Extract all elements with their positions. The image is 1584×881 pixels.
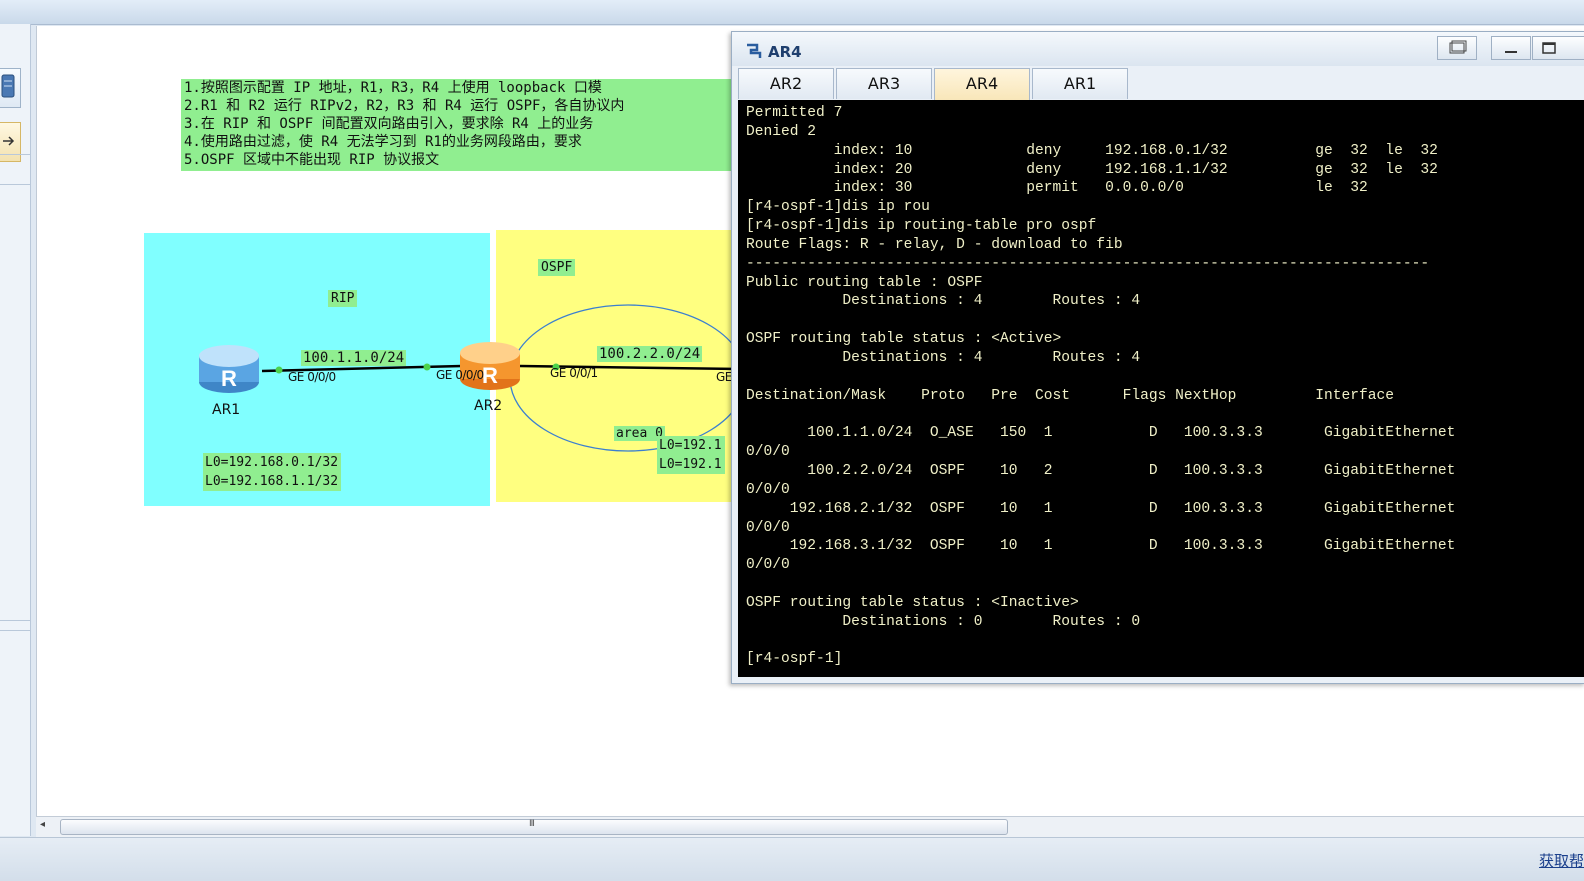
minimize-button[interactable] — [1491, 36, 1531, 60]
tab-ar2[interactable]: AR2 — [738, 68, 834, 99]
divider — [0, 620, 30, 621]
ar3-loopback: L0=192.1 — [659, 438, 722, 453]
restore-icon — [1449, 40, 1467, 54]
svg-text:R: R — [221, 366, 237, 391]
router-icon: R — [460, 342, 520, 390]
terminal-app-icon — [747, 43, 762, 58]
ar2-name: AR2 — [474, 398, 503, 414]
ar1-port-label: GE 0/0/0 — [288, 370, 336, 384]
minimize-icon — [1505, 51, 1517, 53]
link1-subnet-label: 100.1.1.0/24 — [301, 350, 407, 366]
terminal-title: AR4 — [768, 43, 802, 61]
console-output[interactable]: Permitted 7 Denied 2 index: 10 deny 192.… — [738, 100, 1584, 677]
scroll-left-arrow-icon[interactable]: ◂ — [40, 819, 45, 830]
link2-subnet-label: 100.2.2.0/24 — [597, 346, 703, 362]
scroll-thumb[interactable]: III — [60, 819, 1008, 835]
maximize-button[interactable] — [1532, 36, 1584, 60]
port-dot — [275, 366, 283, 374]
scroll-grip: III — [529, 819, 535, 829]
ar1-name: AR1 — [212, 402, 241, 418]
maximize-icon — [1542, 42, 1556, 54]
ar2-port-left-label: GE 0/0/0 — [436, 368, 484, 382]
status-bar: 获取帮 — [0, 837, 1584, 881]
port-dot — [423, 363, 431, 371]
terminal-title-bar[interactable]: AR4 — [732, 32, 1584, 66]
terminal-window[interactable]: AR4 AR2 AR3 AR4 AR1 Permitted 7 Denied 2… — [731, 31, 1584, 684]
svg-text:R: R — [482, 363, 498, 388]
canvas-horizontal-scrollbar[interactable]: ◂ III — [36, 816, 1584, 837]
tab-ar1[interactable]: AR1 — [1032, 68, 1128, 99]
ar3-loopbacks: L0=192.1 L0=192.1 — [657, 436, 725, 474]
restore-button[interactable] — [1437, 36, 1477, 60]
console-text: Permitted 7 Denied 2 index: 10 deny 192.… — [746, 105, 1456, 668]
divider — [0, 630, 30, 631]
topology-links — [261, 304, 747, 452]
router-ar2[interactable]: R — [458, 337, 522, 393]
ar2-port-right-label: GE 0/0/1 — [550, 366, 598, 380]
help-link[interactable]: 获取帮 — [1539, 850, 1584, 871]
tab-ar3[interactable]: AR3 — [836, 68, 932, 99]
ar3-port-label: GE — [716, 370, 732, 384]
ar1-loopback: L0=192.168.0.1/32 — [205, 455, 339, 470]
ar1-loopbacks: L0=192.168.0.1/32 L0=192.168.1.1/32 — [203, 453, 342, 491]
router-icon: R — [199, 345, 259, 393]
router-ar1[interactable]: R — [197, 340, 261, 396]
ar3-loopback: L0=192.1 — [659, 457, 722, 472]
tab-ar4[interactable]: AR4 — [934, 68, 1030, 101]
ar1-loopback: L0=192.168.1.1/32 — [205, 474, 339, 489]
